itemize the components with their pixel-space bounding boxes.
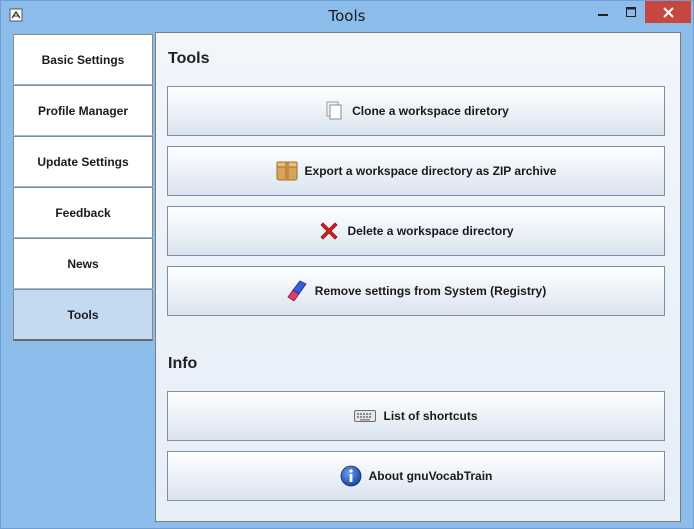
sidebar-item-tools[interactable]: Tools [13,289,153,341]
list-shortcuts-label: List of shortcuts [383,409,478,423]
maximize-icon [626,7,636,17]
eraser-icon [286,280,308,302]
sidebar-item-basic-settings[interactable]: Basic Settings [13,34,153,84]
sidebar-item-profile-manager[interactable]: Profile Manager [13,85,153,135]
list-shortcuts-button[interactable]: List of shortcuts [167,391,665,441]
info-section-title: Info [168,355,198,372]
documents-icon [323,100,345,122]
about-label: About gnuVocabTrain [368,469,493,483]
sidebar-item-news[interactable]: News [13,238,153,288]
sidebar: Basic Settings Profile Manager Update Se… [13,34,153,341]
maximize-button[interactable] [617,1,645,23]
remove-settings-label: Remove settings from System (Registry) [314,284,547,298]
red-x-icon [318,220,340,242]
box-icon [276,160,298,182]
close-icon [662,6,674,18]
clone-workspace-button[interactable]: Clone a workspace diretory [167,86,665,136]
remove-settings-button[interactable]: Remove settings from System (Registry) [167,266,665,316]
sidebar-item-feedback[interactable]: Feedback [13,187,153,237]
about-button[interactable]: About gnuVocabTrain [167,451,665,501]
sidebar-item-update-settings[interactable]: Update Settings [13,136,153,186]
export-zip-button[interactable]: Export a workspace directory as ZIP arch… [167,146,665,196]
delete-workspace-button[interactable]: Delete a workspace directory [167,206,665,256]
keyboard-icon [354,405,377,427]
minimize-button[interactable] [589,1,617,23]
content-panel: Tools Clone a workspace diretory Export … [155,32,681,522]
info-icon [340,465,362,487]
minimize-icon [598,14,608,16]
tools-section-title: Tools [168,50,210,67]
clone-workspace-label: Clone a workspace diretory [352,104,509,118]
title-bar[interactable]: Tools [1,1,693,31]
close-button[interactable] [645,1,691,23]
export-zip-label: Export a workspace directory as ZIP arch… [304,164,557,178]
app-window: Tools Basic Settings Profile Manager Upd… [0,0,694,529]
delete-workspace-label: Delete a workspace directory [347,224,514,238]
